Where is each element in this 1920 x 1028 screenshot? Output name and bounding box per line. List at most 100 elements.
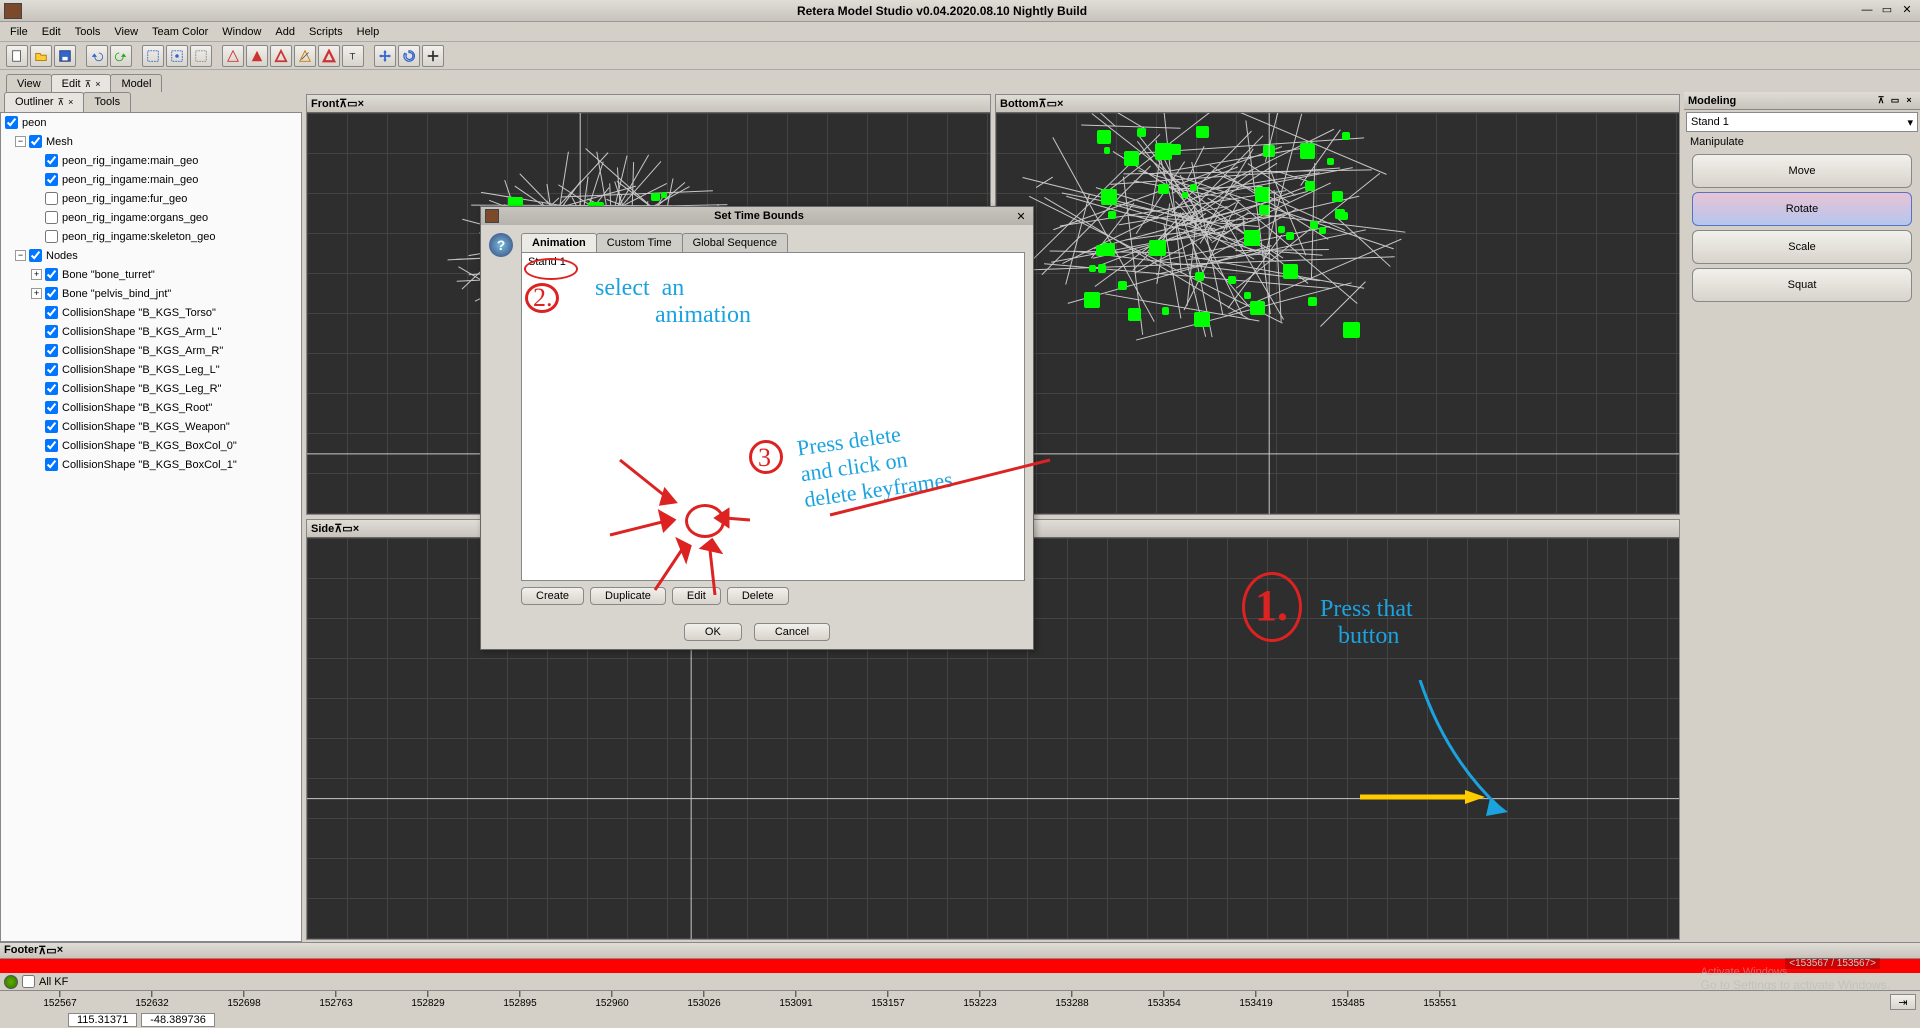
animation-listbox[interactable]: Stand 1 [521,252,1025,581]
tab-edit-pin-icon[interactable]: ⊼ [85,79,92,89]
help-icon[interactable]: ? [489,233,513,257]
tab-outliner[interactable]: Outliner⊼× [4,92,84,112]
expand-icon[interactable]: + [31,288,42,299]
outliner-item-check[interactable] [45,401,58,414]
maximize-button[interactable]: ▭ [1878,4,1896,18]
open-file-icon[interactable] [30,45,52,67]
outliner-item-check[interactable] [45,211,58,224]
viewport-pin-icon[interactable]: ⊼ [1039,97,1047,110]
triangle-outline-icon[interactable] [270,45,292,67]
outliner-item-check[interactable] [45,230,58,243]
outliner-root-check[interactable] [5,116,18,129]
duplicate-button[interactable]: Duplicate [590,587,666,605]
outliner-item-check[interactable] [45,363,58,376]
menu-view[interactable]: View [108,25,144,39]
outliner-nodes-check[interactable] [29,249,42,262]
animation-select[interactable]: Stand 1▾ [1686,112,1918,132]
expand-icon[interactable]: − [15,136,26,147]
viewport-close-icon[interactable]: × [358,98,364,110]
play-button[interactable] [4,975,18,989]
tab-outliner-pin-icon[interactable]: ⊼ [58,97,65,107]
outliner-item-check[interactable] [45,439,58,452]
menu-window[interactable]: Window [216,25,267,39]
squat-button[interactable]: Squat [1692,268,1912,302]
viewport-max-icon[interactable]: ▭ [342,522,352,535]
outliner-item-check[interactable] [45,268,58,281]
panel-close-icon[interactable]: × [57,944,63,956]
menu-scripts[interactable]: Scripts [303,25,349,39]
tab-model[interactable]: Model [110,74,162,92]
scale-tool-icon[interactable] [422,45,444,67]
select-face-icon[interactable] [166,45,188,67]
all-kf-checkbox[interactable] [22,975,35,988]
outliner-item-check[interactable] [45,154,58,167]
expand-icon[interactable]: − [15,250,26,261]
move-tool-icon[interactable] [374,45,396,67]
menu-add[interactable]: Add [269,25,301,39]
outliner-item-check[interactable] [45,458,58,471]
undo-icon[interactable] [86,45,108,67]
menu-help[interactable]: Help [351,25,386,39]
dialog-tab-animation[interactable]: Animation [521,233,597,252]
close-button[interactable]: ✕ [1898,4,1916,18]
panel-pin-icon[interactable]: ⊼ [1874,95,1888,107]
expand-icon[interactable]: + [31,269,42,280]
tab-edit[interactable]: Edit⊼× [51,74,112,92]
scale-button[interactable]: Scale [1692,230,1912,264]
create-button[interactable]: Create [521,587,584,605]
dialog-tab-global-sequence[interactable]: Global Sequence [682,233,788,252]
rotate-tool-icon[interactable] [398,45,420,67]
move-button[interactable]: Move [1692,154,1912,188]
viewport-max-icon[interactable]: ▭ [1047,97,1057,110]
dialog-tab-custom-time[interactable]: Custom Time [596,233,683,252]
cancel-button[interactable]: Cancel [754,623,830,641]
redo-icon[interactable] [110,45,132,67]
select-geoset-icon[interactable] [190,45,212,67]
outliner-item-check[interactable] [45,173,58,186]
viewport-pin-icon[interactable]: ⊼ [334,522,342,535]
outliner-mesh-check[interactable] [29,135,42,148]
outliner-item-check[interactable] [45,382,58,395]
triangle-edit-icon[interactable] [222,45,244,67]
viewport-close-icon[interactable]: × [353,523,359,535]
outliner-item-check[interactable] [45,344,58,357]
tab-tools[interactable]: Tools [83,92,131,112]
tab-outliner-close-icon[interactable]: × [68,97,73,107]
viewport-close-icon[interactable]: × [1057,98,1063,110]
panel-max-icon[interactable]: ▭ [46,944,56,957]
viewport-bottom[interactable]: Bottom⊼▭× [995,94,1680,515]
delete-button[interactable]: Delete [727,587,789,605]
menu-tools[interactable]: Tools [69,25,107,39]
text-tool-icon[interactable]: T [342,45,364,67]
triangle-brush-icon[interactable] [294,45,316,67]
menu-team-color[interactable]: Team Color [146,25,214,39]
outliner-item-check[interactable] [45,192,58,205]
time-bounds-button[interactable]: ⇥ [1890,994,1916,1010]
ok-button[interactable]: OK [684,623,742,641]
triangle-bold-icon[interactable] [318,45,340,67]
viewport-max-icon[interactable]: ▭ [347,97,357,110]
dialog-close-icon[interactable]: ✕ [1013,210,1029,223]
animation-list-item[interactable]: Stand 1 [524,255,1022,269]
outliner-item-check[interactable] [45,420,58,433]
triangle-fill-icon[interactable] [246,45,268,67]
select-vertex-icon[interactable] [142,45,164,67]
outliner-item-check[interactable] [45,306,58,319]
panel-max-icon[interactable]: ▭ [1888,95,1902,107]
rotate-button[interactable]: Rotate [1692,192,1912,226]
new-file-icon[interactable] [6,45,28,67]
outliner-item-check[interactable] [45,287,58,300]
outliner-item-check[interactable] [45,325,58,338]
menu-file[interactable]: File [4,25,34,39]
panel-close-icon[interactable]: × [1902,95,1916,107]
outliner-tree[interactable]: peon −Mesh peon_rig_ingame:main_geopeon_… [0,112,302,942]
tab-edit-close-icon[interactable]: × [95,79,100,89]
tab-view[interactable]: View [6,74,52,92]
save-file-icon[interactable] [54,45,76,67]
panel-pin-icon[interactable]: ⊼ [38,944,46,957]
minimize-button[interactable]: — [1858,4,1876,18]
menu-edit[interactable]: Edit [36,25,67,39]
timeline-scrubber[interactable]: <153567 / 153567> [0,959,1920,973]
viewport-pin-icon[interactable]: ⊼ [339,97,347,110]
edit-button[interactable]: Edit [672,587,721,605]
